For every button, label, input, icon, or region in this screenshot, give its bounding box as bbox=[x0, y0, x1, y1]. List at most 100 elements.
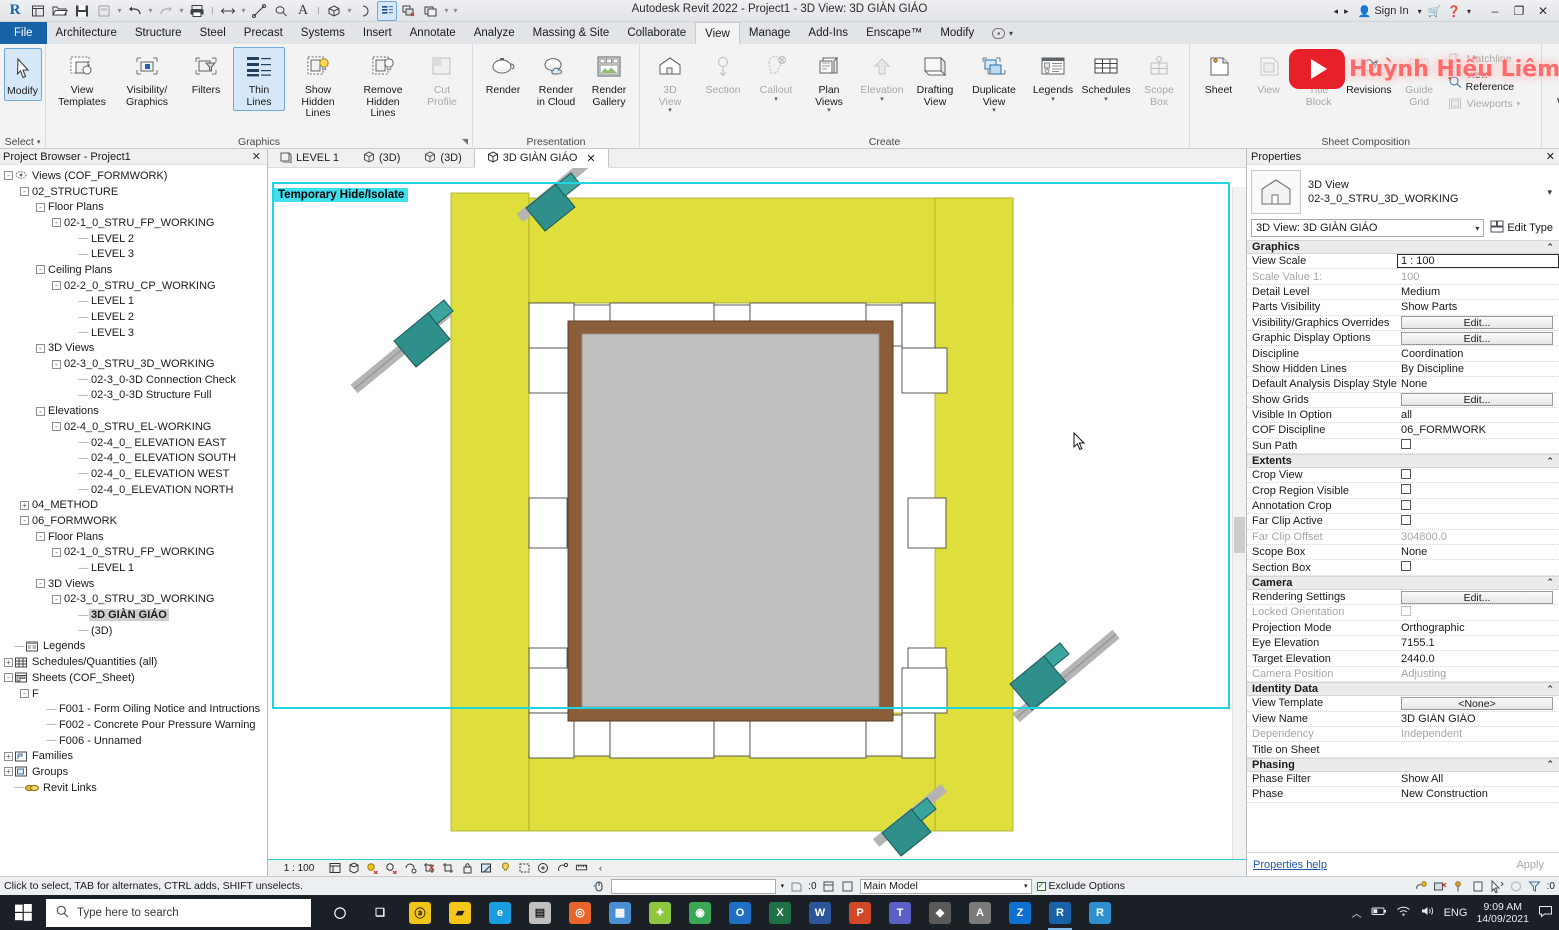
revit-icon[interactable]: R bbox=[1041, 895, 1079, 930]
properties-row[interactable]: Discipline Coordination bbox=[1247, 346, 1559, 362]
properties-row[interactable]: View Name 3D GIÀN GIÁO bbox=[1247, 712, 1559, 727]
expand-icon[interactable]: + bbox=[19, 500, 30, 511]
view-tab-3d-2[interactable]: (3D) bbox=[412, 149, 473, 168]
project-browser-node[interactable]: — F002 - Concrete Pour Pressure Warning bbox=[3, 717, 267, 733]
collapse-group-icon[interactable]: ⌃ bbox=[1546, 759, 1554, 770]
status-dropdown-icon[interactable]: ▾ bbox=[781, 882, 785, 890]
project-browser-node[interactable]: -02-3_0_STRU_3D_WORKING bbox=[3, 592, 267, 608]
volume-icon[interactable] bbox=[1420, 905, 1435, 920]
properties-row[interactable]: Show Grids Edit... bbox=[1247, 393, 1559, 408]
properties-parameter-value[interactable]: Orthographic bbox=[1397, 622, 1559, 634]
view-reference-button[interactable]: View Reference bbox=[1445, 68, 1538, 94]
open-icon[interactable] bbox=[50, 1, 70, 21]
project-browser-tree[interactable]: - Views (COF_FORMWORK) -02_STRUCTURE - Floor… bbox=[0, 165, 267, 796]
properties-row[interactable]: Scale Value 1: 100 bbox=[1247, 269, 1559, 285]
powerpoint-icon[interactable]: P bbox=[841, 895, 879, 930]
properties-parameter-value[interactable]: 3D GIÀN GIÁO bbox=[1397, 713, 1559, 725]
ribbon-tab-collaborate[interactable]: Collaborate bbox=[618, 22, 695, 44]
scrollbar-thumb[interactable] bbox=[1234, 517, 1245, 553]
3d-view-button[interactable]: 3D View ▾ bbox=[644, 47, 696, 117]
3d-view-dropdown[interactable]: ▾ bbox=[346, 1, 353, 21]
project-browser-node[interactable]: -02_STRUCTURE bbox=[3, 184, 267, 200]
properties-parameter-value[interactable]: 7155.1 bbox=[1397, 637, 1559, 649]
project-browser-node[interactable]: —02-3_0-3D Connection Check bbox=[3, 372, 267, 388]
language-indicator[interactable]: ENG bbox=[1444, 907, 1468, 919]
autodesk-app-store-icon[interactable]: 🛒 bbox=[1428, 5, 1442, 18]
project-browser-close-icon[interactable]: ✕ bbox=[249, 150, 264, 163]
project-browser-node[interactable]: -02-1_0_STRU_FP_WORKING bbox=[3, 545, 267, 561]
ribbon-tab-enscape[interactable]: Enscape™ bbox=[857, 22, 931, 44]
visual-style-icon[interactable] bbox=[347, 862, 360, 875]
battery-icon[interactable] bbox=[1371, 905, 1387, 920]
project-browser-node[interactable]: - Sheets (COF_Sheet) bbox=[3, 670, 267, 686]
ribbon-tab-insert[interactable]: Insert bbox=[354, 22, 401, 44]
ribbon-tab-add-ins[interactable]: Add-Ins bbox=[799, 22, 857, 44]
exclude-options-checkbox[interactable]: ✓ Exclude Options bbox=[1036, 880, 1125, 892]
project-browser-node[interactable]: — LEVEL 2 bbox=[3, 231, 267, 247]
view-scale-label[interactable]: 1 : 100 bbox=[276, 863, 322, 874]
canvas-vertical-scrollbar[interactable] bbox=[1232, 187, 1246, 860]
properties-edit-button[interactable]: Edit... bbox=[1397, 590, 1559, 604]
redo-dropdown[interactable]: ▾ bbox=[178, 1, 185, 21]
render-in-cloud-button[interactable]: Render in Cloud bbox=[530, 47, 582, 111]
collapse-icon[interactable]: - bbox=[51, 217, 62, 228]
chrome-icon[interactable]: ◉ bbox=[681, 895, 719, 930]
project-browser-node[interactable]: - Views (COF_FORMWORK) bbox=[3, 168, 267, 184]
aligned-dimension-icon[interactable] bbox=[249, 1, 269, 21]
view-tab-bar[interactable]: LEVEL 1 (3D) (3D) 3D GIÀN GIÁO ✕ bbox=[268, 148, 1246, 168]
select-pinned-icon[interactable] bbox=[1452, 879, 1466, 893]
reveal-hidden-elements-icon[interactable] bbox=[499, 862, 512, 875]
render-dialog-icon[interactable] bbox=[404, 862, 417, 875]
expand-icon[interactable]: + bbox=[3, 766, 14, 777]
properties-parameter-value[interactable]: all bbox=[1397, 409, 1559, 421]
window-controls[interactable]: – ❐ ✕ bbox=[1483, 4, 1555, 18]
switch-windows-icon[interactable] bbox=[421, 1, 441, 21]
ribbon-tab-bar[interactable]: File Architecture Structure Steel Precas… bbox=[0, 22, 1559, 44]
design-options-icon[interactable] bbox=[822, 879, 836, 893]
autocad-icon[interactable]: A bbox=[961, 895, 999, 930]
reveal-constraints-icon[interactable] bbox=[556, 862, 569, 875]
analytical-model-icon[interactable] bbox=[518, 862, 531, 875]
properties-checkbox[interactable] bbox=[1397, 514, 1559, 528]
zalo-icon[interactable]: Z bbox=[1001, 895, 1039, 930]
project-browser-node[interactable]: — LEVEL 2 bbox=[3, 309, 267, 325]
properties-parameter-value[interactable]: 2440.0 bbox=[1397, 653, 1559, 665]
ribbon-tab-steel[interactable]: Steel bbox=[191, 22, 235, 44]
save-icon[interactable] bbox=[72, 1, 92, 21]
project-browser-node[interactable]: -F bbox=[3, 686, 267, 702]
apply-button[interactable]: Apply bbox=[1516, 859, 1554, 871]
properties-parameter-value[interactable]: Coordination bbox=[1397, 348, 1559, 360]
switch-windows-button[interactable]: Switch Windows ▾ bbox=[1546, 47, 1559, 117]
select-by-face-icon[interactable] bbox=[1471, 879, 1485, 893]
taskbar-clock[interactable]: 9:09 AM 14/09/2021 bbox=[1476, 901, 1529, 925]
properties-parameter-value[interactable]: 100 bbox=[1397, 271, 1559, 283]
sign-in-button[interactable]: 👤 Sign In bbox=[1355, 5, 1412, 18]
show-hidden-lines-button[interactable]: Show Hidden Lines bbox=[286, 47, 350, 123]
thin-lines-icon[interactable] bbox=[377, 0, 397, 21]
properties-parameter-value[interactable]: 1 : 100 bbox=[1397, 254, 1559, 269]
render-gallery-button[interactable]: Render Gallery bbox=[583, 47, 635, 111]
teams-icon[interactable]: T bbox=[881, 895, 919, 930]
modify-button[interactable]: Modify bbox=[3, 48, 42, 101]
help-icon[interactable]: ❓ bbox=[1447, 5, 1461, 18]
design-option-selector[interactable]: Main Model ▾ bbox=[859, 878, 1032, 894]
project-browser-node[interactable]: + Groups bbox=[3, 764, 267, 780]
collapse-icon[interactable]: - bbox=[3, 170, 14, 181]
view-tab-3d-1[interactable]: (3D) bbox=[351, 149, 412, 168]
project-browser-node[interactable]: — (3D) bbox=[3, 623, 267, 639]
ribbon-tab-file[interactable]: File bbox=[0, 22, 47, 44]
sticky-notes-icon[interactable]: ▰ bbox=[441, 895, 479, 930]
properties-row[interactable]: Annotation Crop bbox=[1247, 499, 1559, 515]
worksets-icon[interactable] bbox=[789, 879, 803, 893]
microsoft-edge-icon[interactable]: e bbox=[481, 895, 519, 930]
properties-parameter-value[interactable]: Medium bbox=[1397, 286, 1559, 298]
project-browser-node[interactable]: - Floor Plans bbox=[3, 529, 267, 545]
press-and-drag-icon[interactable] bbox=[592, 879, 606, 893]
calculator-icon[interactable]: ▦ bbox=[601, 895, 639, 930]
properties-row[interactable]: Dependency Independent bbox=[1247, 727, 1559, 743]
lock-3d-view-icon[interactable] bbox=[461, 862, 474, 875]
properties-close-icon[interactable]: ✕ bbox=[1546, 150, 1555, 163]
project-browser-node[interactable]: — Revit Links bbox=[3, 780, 267, 796]
collapse-icon[interactable]: - bbox=[51, 359, 62, 370]
properties-parameter-value[interactable]: Adjusting bbox=[1397, 668, 1559, 680]
